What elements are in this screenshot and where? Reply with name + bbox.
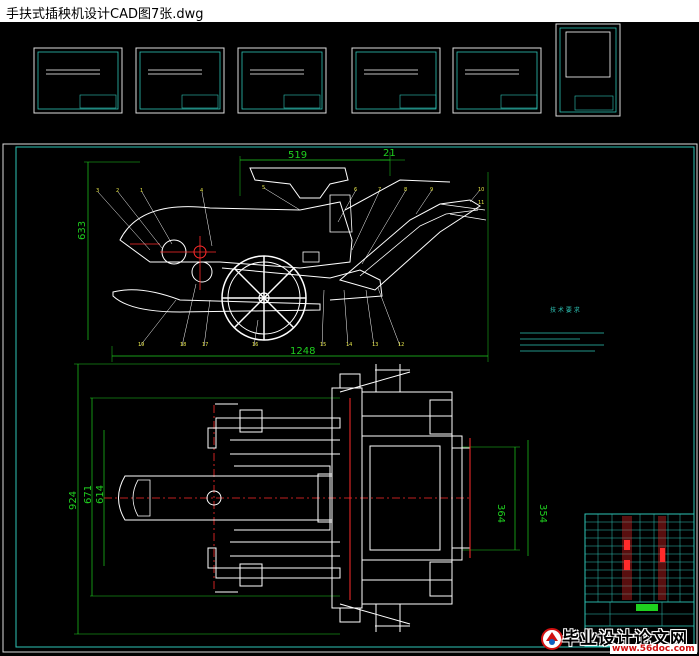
drawing-sheet[interactable]	[0, 22, 699, 656]
sheet-frame	[15, 146, 695, 648]
part-label: 2	[116, 188, 120, 194]
thumbnail-sheet-3[interactable]	[237, 47, 327, 114]
part-label: 6	[354, 187, 358, 193]
window-title: 手扶式插秧机设计CAD图7张.dwg	[6, 7, 204, 22]
thumbnail-sheet-1[interactable]	[33, 47, 123, 114]
technical-notes	[520, 332, 604, 352]
part-label: 19	[138, 342, 145, 348]
part-label: 4	[200, 188, 204, 194]
cad-canvas[interactable]: 519 21 633 1248 924 671 614 364 354 技 术 …	[0, 22, 699, 656]
part-label: 7	[378, 187, 382, 193]
watermark-url: www.56doc.com	[610, 644, 697, 654]
part-label: 14	[346, 342, 353, 348]
notes-title: 技 术 要 求	[550, 307, 580, 314]
thumbnail-sheet-2[interactable]	[135, 47, 225, 114]
part-label: 17	[202, 342, 209, 348]
dim-left-height: 633	[77, 220, 88, 240]
title-bar: 手扶式插秧机设计CAD图7张.dwg	[0, 0, 699, 23]
side-view	[84, 152, 489, 362]
part-label: 13	[372, 342, 379, 348]
part-label: 11	[478, 200, 485, 206]
part-label: 16	[252, 342, 259, 348]
dim-plan-right1: 364	[495, 504, 506, 524]
thumbnail-sheet-4[interactable]	[351, 47, 441, 114]
part-label: 8	[404, 187, 408, 193]
dim-plan-right2: 354	[537, 504, 548, 524]
dim-top-width: 519	[288, 150, 308, 161]
dim-plan-height: 924	[68, 490, 79, 510]
logo-icon	[541, 628, 563, 650]
dim-top-right: 21	[383, 148, 396, 159]
part-label: 5	[262, 185, 266, 191]
part-label: 18	[180, 342, 187, 348]
part-label: 1	[140, 188, 144, 194]
dim-plan-inner: 671	[83, 484, 94, 504]
dim-overall-width: 1248	[290, 346, 316, 357]
watermark-logo: 毕业设计论文网 www.56doc.com	[540, 623, 699, 656]
dim-plan-inner2: 614	[95, 484, 106, 504]
part-label: 3	[96, 188, 100, 194]
part-label: 12	[398, 342, 405, 348]
plan-view	[74, 363, 529, 635]
thumbnail-sheet-5[interactable]	[452, 47, 542, 114]
part-label: 10	[478, 187, 485, 193]
part-label: 15	[320, 342, 327, 348]
part-label: 9	[430, 187, 434, 193]
thumbnail-sheet-6[interactable]	[555, 23, 621, 117]
thumbnail-strip	[33, 23, 621, 117]
